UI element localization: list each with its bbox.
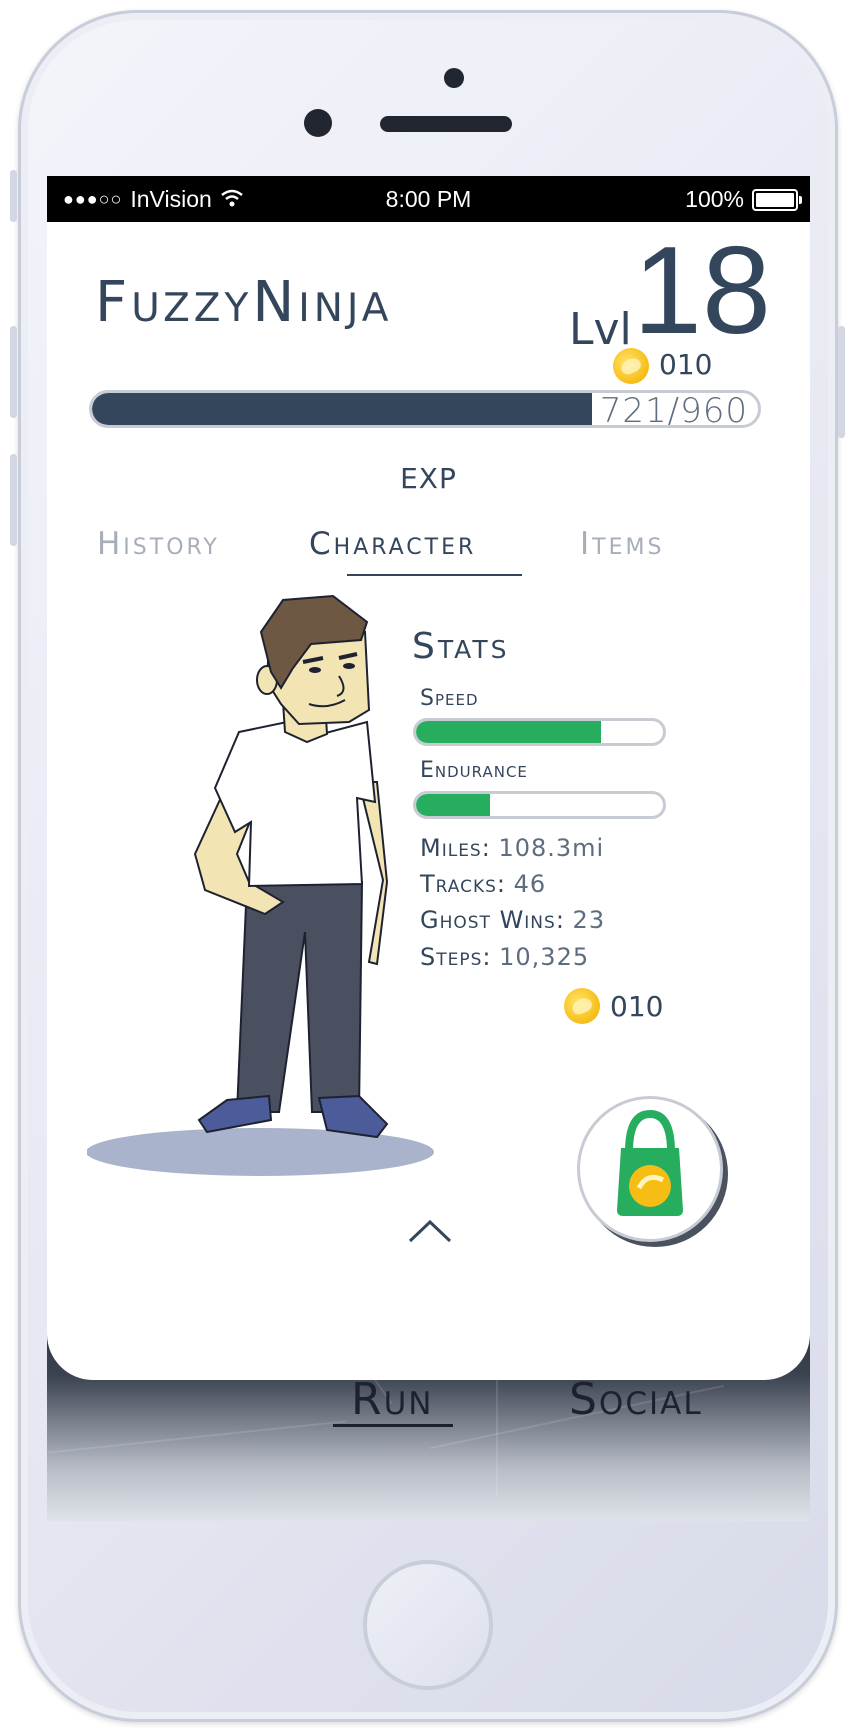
steps-row: Steps: 10,325 (420, 943, 589, 971)
power-button (838, 326, 845, 438)
home-button[interactable] (363, 1560, 493, 1690)
earpiece-speaker (380, 116, 512, 132)
tracks-value: 46 (513, 870, 547, 898)
tracks-label: Tracks: (420, 870, 507, 898)
avatar-left-shoe (197, 1094, 273, 1134)
exp-progress-bar: 721/960 (89, 390, 761, 428)
level-label: Lvl (569, 304, 632, 355)
map-street (47, 1420, 347, 1454)
avatar-right-arm (357, 781, 389, 966)
ghost-wins-row: Ghost Wins: 23 (420, 906, 605, 934)
ghost-wins-label: Ghost Wins: (420, 906, 565, 934)
steps-label: Steps: (420, 943, 492, 971)
tab-history[interactable]: History (97, 526, 220, 562)
miles-label: Miles: (420, 834, 491, 862)
avatar-right-shoe (317, 1094, 389, 1139)
avatar-pants (235, 881, 364, 1113)
tab-character[interactable]: Character (309, 526, 476, 562)
exp-label: EXP (400, 462, 457, 495)
chevron-up-icon[interactable] (407, 1217, 453, 1245)
avatar-shadow (87, 1128, 434, 1176)
exp-progress-fill (92, 393, 593, 425)
active-tab-indicator (347, 574, 522, 576)
shopping-bag-icon (617, 1109, 683, 1216)
character-avatar (87, 594, 434, 1176)
status-bar: ●●●○○ InVision 8:00 PM 100% (47, 176, 810, 222)
speed-bar (413, 718, 666, 746)
coin-icon (613, 348, 649, 384)
nav-run[interactable]: Run (351, 1374, 433, 1425)
character-card: FuzzyNinja Lvl 18 010 721/960 EXP Histor… (47, 222, 810, 1380)
volume-down-button (10, 454, 17, 546)
coin-count: 010 (659, 348, 713, 381)
endurance-bar-fill (416, 794, 491, 816)
speed-bar-fill (416, 721, 602, 743)
endurance-bar (413, 791, 666, 819)
battery-percentage: 100% (685, 186, 744, 212)
front-sensor (444, 68, 464, 88)
battery-icon (752, 188, 802, 211)
tab-bar: History Character Items (47, 526, 810, 590)
volume-up-button (10, 326, 17, 418)
tab-items[interactable]: Items (580, 526, 664, 562)
front-camera (304, 109, 332, 137)
nav-run-underline (333, 1424, 453, 1427)
level-number: 18 (633, 222, 771, 360)
speed-label: Speed (420, 686, 479, 711)
stats-title: Stats (412, 626, 510, 667)
miles-value: 108.3mi (498, 834, 605, 862)
nav-social[interactable]: Social (569, 1374, 703, 1425)
silent-switch (10, 170, 17, 222)
miles-row: Miles: 108.3mi (420, 834, 604, 862)
status-right: 100% (685, 186, 802, 213)
shop-coin-icon (564, 988, 600, 1024)
screen: ●●●○○ InVision 8:00 PM 100% Run Social F… (47, 176, 810, 1521)
exp-value: 721/960 (599, 391, 748, 428)
ghost-wins-value: 23 (572, 906, 606, 934)
shop-coin-count: 010 (610, 990, 664, 1023)
shop-button[interactable] (577, 1096, 723, 1242)
tracks-row: Tracks: 46 (420, 870, 546, 898)
username: FuzzyNinja (95, 270, 393, 335)
endurance-label: Endurance (420, 758, 528, 783)
steps-value: 10,325 (499, 943, 590, 971)
